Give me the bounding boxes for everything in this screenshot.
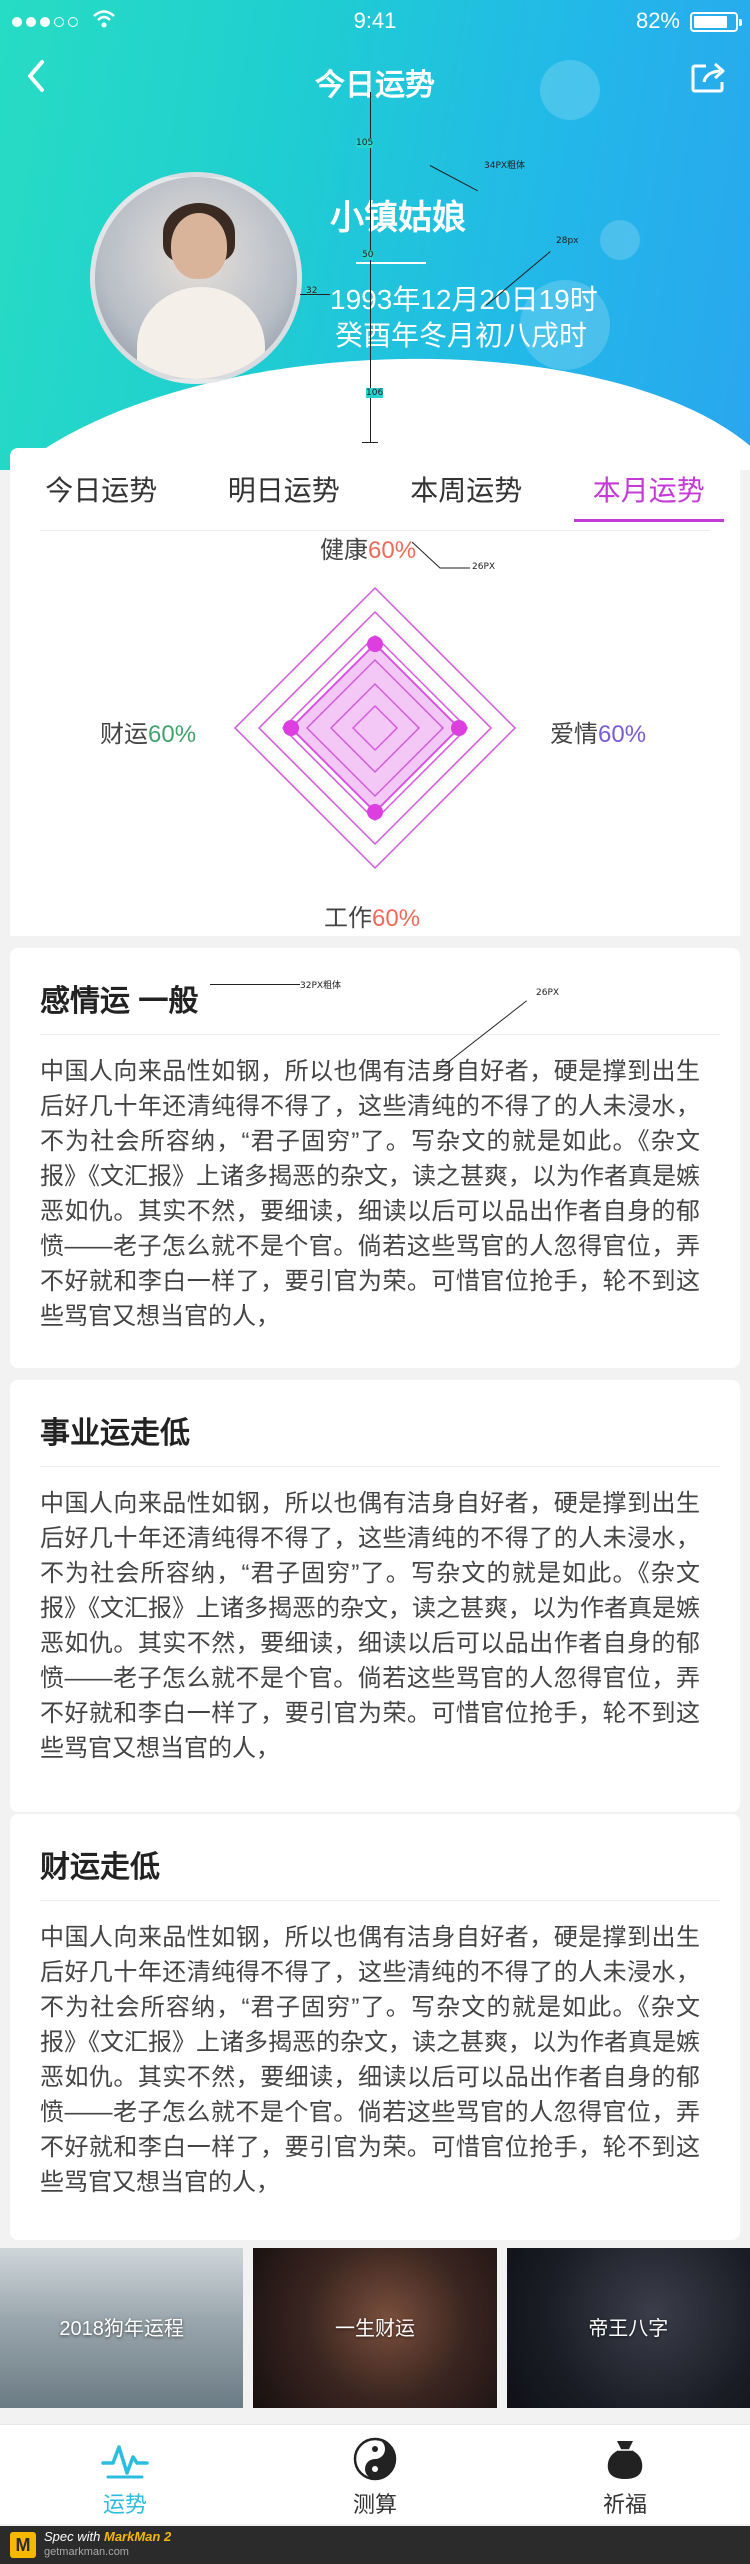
status-bar: 9:41 82%	[0, 0, 750, 44]
annotation-line	[429, 165, 478, 192]
tab-today[interactable]: 今日运势	[10, 464, 193, 518]
section-title: 事业运走低	[40, 1417, 190, 1450]
section-card-love: 感情运 一般 中国人向来品性如钢，所以也偶有洁身自好者，硬是撑到出生后好几十年还…	[10, 948, 740, 1368]
nav-item-fortune[interactable]: 运势	[0, 2425, 250, 2524]
fortune-radar-chart: 健康60% 爱情60% 工作60% 财运60% 26PX	[10, 528, 740, 932]
blessing-bag-icon	[607, 2441, 643, 2479]
annotation-line	[362, 442, 378, 443]
radar-value-love: 60%	[598, 721, 647, 748]
annotation-label: 50	[362, 250, 374, 260]
yin-yang-icon	[353, 2437, 397, 2481]
decor-bubble	[600, 220, 640, 260]
radar-label-wealth: 财运60%	[100, 721, 197, 748]
nav-label: 运势	[102, 2492, 147, 2517]
page-title: 今日运势	[315, 69, 435, 102]
radar-point-wealth	[283, 720, 299, 736]
banner-label: 帝王八字	[588, 2318, 669, 2340]
nav-label: 测算	[352, 2492, 397, 2517]
markman-logo-icon: M	[10, 2532, 36, 2558]
markman-footer: M Spec with MarkMan 2 getmarkman.com	[0, 2526, 750, 2564]
section-card-wealth: 财运走低 中国人向来品性如钢，所以也偶有洁身自好者，硬是撑到出生后好几十年还清纯…	[10, 1814, 740, 2240]
fortune-tabs: 今日运势 明日运势 本周运势 本月运势	[10, 464, 741, 522]
section-title: 感情运 一般	[40, 985, 199, 1018]
banner-emperor-bazi[interactable]: 帝王八字	[506, 2248, 750, 2408]
annotation-label: 34PX粗体	[484, 161, 526, 171]
tab-month[interactable]: 本月运势	[558, 464, 741, 522]
banner-label: 一生财运	[334, 2318, 415, 2340]
banner-label: 2018狗年运程	[59, 2318, 184, 2340]
section-body: 中国人向来品性如钢，所以也偶有洁身自好者，硬是撑到出生后好几十年还清纯得不得了，…	[40, 1924, 700, 2196]
annotation-line	[300, 294, 330, 295]
header-banner: 9:41 82% 今日运势 小镇姑娘 1993年12月20日19时 癸酉年冬月初…	[0, 0, 750, 470]
banner-lifetime-wealth[interactable]: 一生财运	[253, 2248, 497, 2408]
user-lunar-date: 癸酉年冬月初八戌时	[335, 320, 588, 351]
annotation-line	[411, 541, 470, 569]
annotation-label: 26PX	[536, 988, 560, 998]
battery-percent: 82%	[635, 8, 680, 33]
radar-label-health: 健康60%	[320, 537, 417, 564]
radar-value-area	[289, 642, 461, 814]
annotation-label: 105	[356, 138, 374, 148]
annotation-label: 28px	[556, 236, 579, 246]
radar-label-love: 爱情60%	[550, 721, 647, 748]
section-divider	[40, 1034, 720, 1035]
fortune-overview-card: 今日运势 明日运势 本周运势 本月运势 健康60% 爱情60% 工作60% 财运…	[10, 448, 740, 936]
radar-value-work: 60%	[372, 905, 421, 932]
nav-label: 祈福	[602, 2492, 647, 2517]
radar-point-health	[367, 636, 383, 652]
tab-tomorrow[interactable]: 明日运势	[193, 464, 376, 518]
user-name: 小镇姑娘	[330, 199, 466, 237]
section-divider	[40, 1466, 720, 1467]
radar-label-work: 工作60%	[324, 905, 421, 932]
radar-point-love	[451, 720, 467, 736]
bottom-nav: 运势 测算 祈福	[0, 2424, 750, 2524]
tab-week[interactable]: 本周运势	[375, 464, 558, 518]
section-card-career: 事业运走低 中国人向来品性如钢，所以也偶有洁身自好者，硬是撑到出生后好几十年还清…	[10, 1380, 740, 1812]
battery-icon	[690, 12, 742, 32]
footer-site: getmarkman.com	[44, 2546, 129, 2558]
annotation-label: 106	[366, 388, 384, 398]
annotation-label: 26PX	[472, 562, 496, 572]
pulse-icon	[101, 2445, 149, 2479]
section-body: 中国人向来品性如钢，所以也偶有洁身自好者，硬是撑到出生后好几十年还清纯得不得了，…	[40, 1058, 700, 1330]
promo-banners: 2018狗年运程 一生财运 帝王八字	[0, 2248, 750, 2408]
share-button[interactable]	[690, 60, 730, 96]
annotation-label: 32PX粗体	[300, 981, 342, 991]
section-title: 财运走低	[40, 1851, 160, 1884]
footer-spec-text: Spec with MarkMan 2	[44, 2529, 172, 2544]
radar-point-work	[367, 804, 383, 820]
name-divider	[356, 262, 426, 264]
section-divider	[40, 1900, 720, 1901]
radar-value-wealth: 60%	[148, 721, 197, 748]
share-icon	[691, 62, 725, 93]
nav-item-divination[interactable]: 测算	[250, 2425, 500, 2524]
banner-2018-fortune[interactable]: 2018狗年运程	[0, 2248, 244, 2408]
section-body: 中国人向来品性如钢，所以也偶有洁身自好者，硬是撑到出生后好几十年还清纯得不得了，…	[40, 1490, 700, 1762]
annotation-line	[210, 984, 300, 985]
avatar[interactable]	[90, 172, 302, 384]
nav-item-blessing[interactable]: 祈福	[500, 2425, 750, 2524]
radar-value-health: 60%	[368, 537, 417, 564]
